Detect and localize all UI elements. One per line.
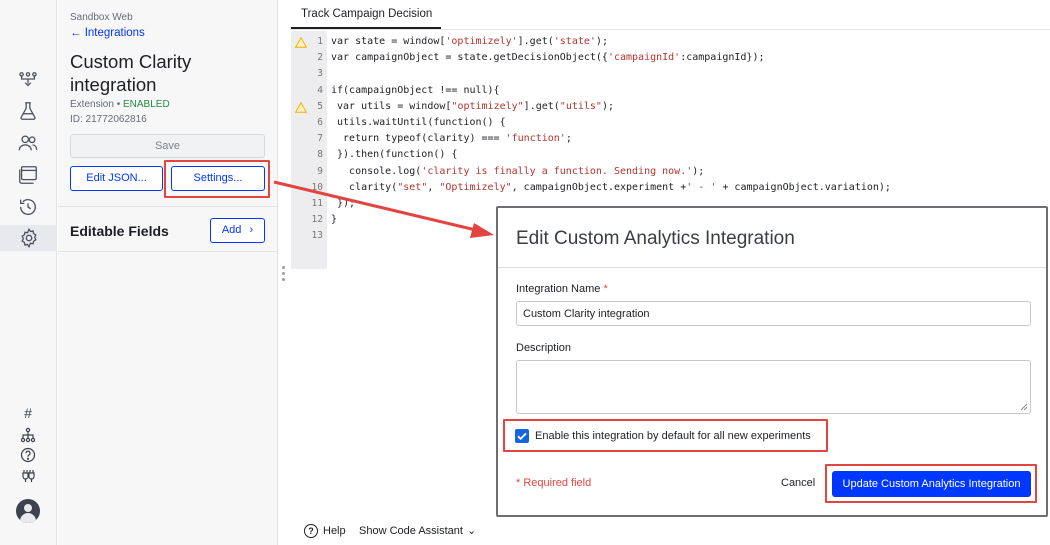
code-line: utils.waitUntil(function() { <box>331 117 506 128</box>
code-line: return typeof(clarity) === 'function'; <box>331 133 572 145</box>
line-number: 10 <box>311 181 323 193</box>
warning-icon[interactable] <box>295 37 307 48</box>
checkmark-icon <box>517 432 527 441</box>
required-marker: * <box>603 283 608 295</box>
add-field-button[interactable]: Add › <box>210 218 265 243</box>
gear-icon[interactable] <box>0 225 57 251</box>
help-icon: ? <box>304 524 318 538</box>
tab-track-campaign-decision[interactable]: Track Campaign Decision <box>291 0 441 29</box>
code-line: if(campaignObject !== null){ <box>331 84 500 96</box>
line-number: 12 <box>311 214 323 226</box>
divider <box>58 206 278 207</box>
line-number: 13 <box>311 230 323 242</box>
settings-button[interactable]: Settings... <box>171 166 265 191</box>
code-line: }).then(function() { <box>331 149 458 161</box>
required-field-note: * Required field <box>516 477 592 489</box>
line-number: 11 <box>311 198 323 209</box>
flows-icon[interactable] <box>14 66 42 92</box>
avatar[interactable] <box>16 499 40 523</box>
integration-side-panel: Sandbox Web ← Integrations Custom Clarit… <box>58 0 278 545</box>
show-code-assistant-toggle[interactable]: Show Code Assistant ⌄ <box>359 524 477 538</box>
dialog-title: Edit Custom Analytics Integration <box>516 228 795 249</box>
hierarchy-icon[interactable] <box>18 427 38 443</box>
code-line: clarity("set", "Optimizely", campaignObj… <box>331 181 891 193</box>
resize-handle[interactable] <box>282 266 286 284</box>
users-icon[interactable] <box>14 130 42 156</box>
help-icon[interactable] <box>18 447 38 463</box>
chevron-down-icon: ⌄ <box>466 525 477 537</box>
divider <box>58 251 278 252</box>
resize-grip-icon <box>1020 403 1028 411</box>
status-badge: ENABLED <box>122 99 170 110</box>
tab-divider <box>290 29 1050 30</box>
line-number: 9 <box>317 165 323 177</box>
line-number-gutter: 1 2 3 4 5 6 7 8 9 10 11 12 13 <box>291 31 327 269</box>
page-title: Custom Clarity integration <box>70 51 192 95</box>
help-link[interactable]: ? Help <box>304 524 346 538</box>
extension-status: Extension • ENABLED <box>70 99 170 110</box>
edit-json-button[interactable]: Edit JSON... <box>70 166 163 191</box>
icon-rail: # <box>0 0 57 545</box>
line-number: 2 <box>317 52 323 64</box>
code-line: var campaignObject = state.getDecisionOb… <box>331 52 765 64</box>
integration-name-label-text: Integration Name <box>516 283 601 295</box>
enable-default-label: Enable this integration by default for a… <box>535 430 811 442</box>
back-to-integrations-link[interactable]: ← Integrations <box>70 27 145 39</box>
update-integration-button[interactable]: Update Custom Analytics Integration <box>832 471 1031 497</box>
line-number: 4 <box>317 84 323 96</box>
editable-fields-heading: Editable Fields <box>70 223 169 239</box>
browser-window-icon[interactable] <box>14 162 42 188</box>
code-line: }); <box>331 198 356 209</box>
extension-id: ID: 21772062816 <box>70 114 147 125</box>
integration-name-input[interactable] <box>516 301 1031 326</box>
save-button[interactable]: Save <box>70 134 265 158</box>
line-number: 6 <box>317 117 323 128</box>
dialog-divider <box>498 267 1046 268</box>
extension-type: Extension • <box>70 99 123 110</box>
line-number: 8 <box>317 149 323 161</box>
hash-icon[interactable]: # <box>18 405 38 421</box>
history-icon[interactable] <box>14 194 42 220</box>
enable-default-checkbox[interactable] <box>515 429 529 443</box>
code-assistant-label: Show Code Assistant <box>359 524 463 537</box>
help-label: Help <box>323 525 346 537</box>
code-line: } <box>331 214 338 226</box>
line-number: 3 <box>317 68 323 80</box>
plugs-icon[interactable] <box>18 468 38 484</box>
code-line: var state = window['optimizely'].get('st… <box>331 36 608 47</box>
line-number: 7 <box>317 133 323 145</box>
cancel-button[interactable]: Cancel <box>781 477 815 489</box>
description-label: Description <box>516 342 572 354</box>
edit-integration-dialog: Edit Custom Analytics Integration Integr… <box>496 206 1048 517</box>
chevron-right-icon: › <box>249 224 254 236</box>
integration-name-label: Integration Name * <box>516 283 608 295</box>
add-button-label: Add <box>221 224 242 236</box>
description-textarea[interactable] <box>516 360 1031 414</box>
code-line: var utils = window["optimizely"].get("ut… <box>331 100 614 112</box>
warning-icon[interactable] <box>295 101 307 113</box>
code-line: console.log('clarity is finally a functi… <box>331 165 705 177</box>
breadcrumb: Sandbox Web <box>70 12 133 23</box>
flask-icon[interactable] <box>14 98 42 124</box>
